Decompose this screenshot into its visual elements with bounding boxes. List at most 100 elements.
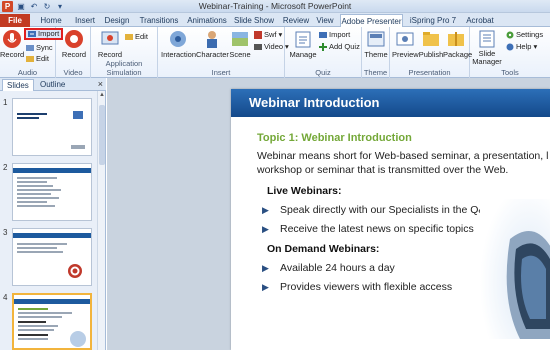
thumb-text-line (18, 334, 48, 336)
live-webinars-heading[interactable]: Live Webinars: (267, 185, 342, 197)
swf-button[interactable]: Swf ▾ (254, 30, 282, 40)
bullet-arrow-icon: ▶ (262, 224, 269, 234)
scrollbar-thumb[interactable] (99, 105, 105, 165)
edit-simulation-button[interactable]: Edit (125, 32, 148, 42)
slide-manager-icon (479, 30, 495, 48)
bullet-text: Provides viewers with flexible access (280, 281, 453, 293)
tab-acrobat[interactable]: Acrobat (463, 14, 497, 27)
tab-transitions[interactable]: Transitions (137, 14, 181, 27)
group-label-insert: Insert (211, 68, 231, 77)
bullet-arrow-icon: ▶ (262, 263, 269, 273)
chevron-down-icon: ▾ (533, 42, 538, 51)
slide-editing-area: Webinar Introduction Topic 1: Webinar In… (107, 78, 550, 350)
manage-quiz-button[interactable]: Manage (288, 29, 318, 65)
import-quiz-button[interactable]: Import (319, 30, 350, 40)
tab-insert[interactable]: Insert (70, 14, 100, 27)
thumb-text-line (17, 247, 57, 249)
publish-button[interactable]: Publish (418, 29, 444, 65)
slides-pane-scrollbar[interactable]: ▲ (97, 91, 105, 350)
thumb-header-bar (13, 233, 91, 238)
tablet-device-image (480, 199, 550, 339)
slide-paragraph[interactable]: Webinar means short for Web-based semina… (257, 149, 550, 177)
bullet-text: Available 24 hours a day (280, 262, 395, 274)
slide-manager-button[interactable]: Slide Manager (472, 29, 502, 66)
title-bar: P ▣ ↶ ↻ ▾ Webinar-Training - Microsoft P… (0, 0, 550, 13)
tab-slide-show[interactable]: Slide Show (233, 14, 275, 27)
theme-button[interactable]: Theme (362, 29, 390, 65)
group-label-theme: Theme (363, 68, 388, 77)
settings-button[interactable]: Settings (506, 30, 543, 40)
tab-file[interactable]: File (0, 14, 30, 27)
tab-animations[interactable]: Animations (186, 14, 228, 27)
group-theme: Theme Theme (362, 27, 390, 78)
slide-thumbnail-1[interactable] (12, 98, 92, 156)
bullet-arrow-icon: ▶ (262, 205, 269, 215)
bullet-item[interactable]: ▶ Speak directly with our Specialists in … (261, 204, 492, 216)
window-title: Webinar-Training - Microsoft PowerPoint (198, 1, 352, 11)
slide-title[interactable]: Webinar Introduction (249, 95, 379, 110)
add-quiz-button[interactable]: Add Quiz (319, 42, 360, 52)
tab-ispring[interactable]: iSpring Pro 7 (408, 14, 458, 27)
slide-topic[interactable]: Topic 1: Webinar Introduction (257, 132, 412, 144)
thumb-text-line (17, 205, 55, 207)
thumb-header-bar (14, 299, 90, 304)
preview-button[interactable]: Preview (392, 29, 419, 65)
help-icon (506, 43, 514, 51)
chevron-down-icon: ▾ (278, 30, 283, 39)
slides-pane-tabs: Slides Outline × (0, 78, 106, 91)
bullet-item[interactable]: ▶ Receive the latest news on specific top… (261, 223, 474, 235)
character-button[interactable]: Character (196, 29, 229, 65)
group-label-presentation: Presentation (408, 68, 451, 77)
thumb-text-line (18, 321, 46, 323)
slide-number: 4 (3, 293, 8, 302)
tab-view[interactable]: View (314, 14, 336, 27)
edit-audio-button[interactable]: Edit (26, 54, 49, 64)
close-icon[interactable]: × (98, 79, 103, 89)
scroll-up-icon[interactable]: ▲ (98, 91, 106, 99)
bullet-item[interactable]: ▶ Available 24 hours a day (261, 262, 395, 274)
slide-thumbnail-3[interactable] (12, 228, 92, 286)
ribbon-tabs: File Home Insert Design Transitions Anim… (0, 13, 550, 28)
record-simulation-icon (101, 31, 119, 45)
slide-thumbnail-4[interactable] (12, 293, 92, 350)
bullet-text: Receive the latest news on specific topi… (280, 223, 474, 235)
tab-outline[interactable]: Outline (36, 79, 69, 91)
record-audio-button[interactable]: Record (0, 29, 24, 65)
sync-audio-button[interactable]: Sync (26, 43, 53, 53)
character-icon (207, 31, 217, 48)
current-slide[interactable]: Webinar Introduction Topic 1: Webinar In… (231, 89, 550, 350)
gear-icon (506, 31, 514, 39)
tab-home[interactable]: Home (36, 14, 66, 27)
thumb-text-line (18, 308, 48, 310)
group-label-video: Video (63, 68, 83, 77)
record-video-button[interactable]: Record (59, 29, 89, 65)
thumb-decoration (70, 331, 86, 347)
thumb-text-line (17, 201, 47, 203)
tab-slides[interactable]: Slides (2, 79, 34, 91)
manage-quiz-icon (295, 31, 311, 48)
tab-review[interactable]: Review (281, 14, 311, 27)
ribbon: Record Import Sync Edit Audio Record Vid… (0, 27, 550, 78)
tab-design[interactable]: Design (102, 14, 132, 27)
thumb-text-line (18, 316, 62, 318)
scene-button[interactable]: Scene (228, 29, 252, 65)
edit-icon (125, 34, 133, 40)
tab-adobe-presenter[interactable]: Adobe Presenter (340, 14, 403, 28)
thumb-text-line (17, 197, 59, 199)
interaction-icon (170, 31, 186, 47)
flash-icon (254, 31, 262, 39)
package-button[interactable]: Package (443, 29, 472, 65)
on-demand-webinars-heading[interactable]: On Demand Webinars: (267, 243, 379, 255)
interaction-button[interactable]: Interaction (161, 29, 196, 65)
group-audio: Record Import Sync Edit Audio (0, 27, 64, 78)
slides-pane: Slides Outline × 1 2 3 4 ▲ (0, 78, 106, 350)
bullet-item[interactable]: ▶ Provides viewers with flexible access (261, 281, 452, 293)
thumb-footer (71, 145, 85, 149)
group-app-sim: Record Edit Application Simulation (91, 27, 158, 78)
bullet-text: Speak directly with our Specialists in t… (280, 204, 493, 216)
video-insert-button[interactable]: Video ▾ (254, 42, 289, 52)
preview-icon (396, 32, 414, 46)
slide-thumbnail-2[interactable] (12, 163, 92, 221)
group-quiz: Manage Import Add Quiz Quiz (285, 27, 362, 78)
help-button[interactable]: Help ▾ (506, 42, 537, 52)
